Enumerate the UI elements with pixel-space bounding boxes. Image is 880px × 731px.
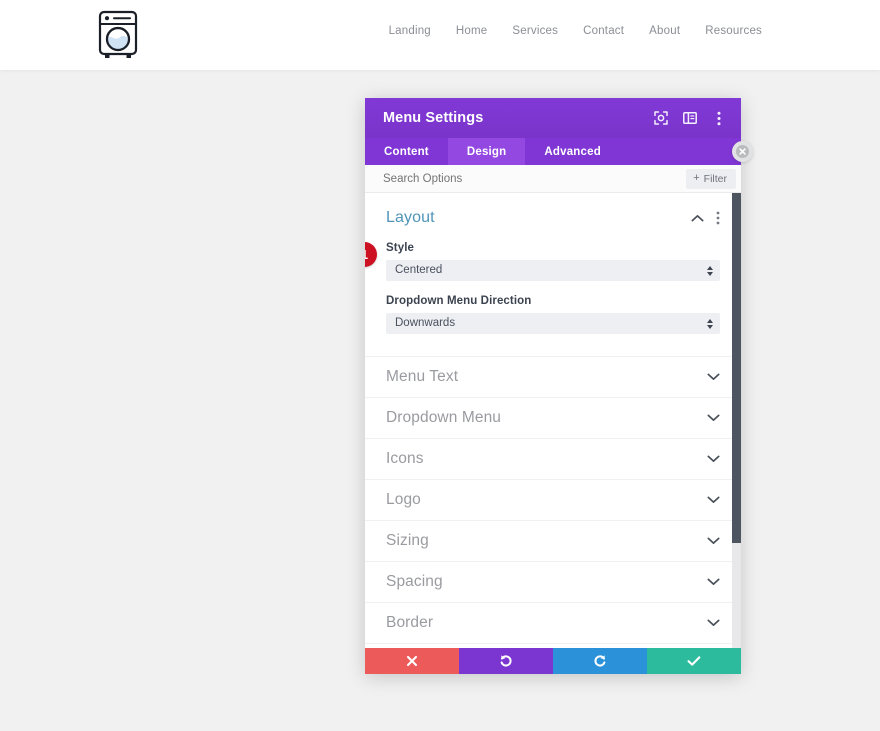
stepper-arrows-icon[interactable] <box>707 260 713 281</box>
tab-advanced[interactable]: Advanced <box>525 138 620 165</box>
more-options-icon[interactable] <box>711 110 727 126</box>
responsive-view-icon[interactable] <box>653 110 669 126</box>
list-item-label: Dropdown Menu <box>386 409 502 426</box>
page-title: Menu Settings <box>383 110 484 126</box>
undo-button[interactable] <box>459 648 553 674</box>
section-layout-header[interactable]: Layout <box>386 209 720 227</box>
scrollbar-track[interactable] <box>732 193 741 648</box>
list-item-label: Logo <box>386 491 421 508</box>
section-row-spacing[interactable]: Spacing <box>365 562 741 603</box>
chevron-down-icon[interactable] <box>707 491 720 509</box>
arrow-down-icon <box>707 324 713 329</box>
section-row-sizing[interactable]: Sizing <box>365 521 741 562</box>
section-row-box-shadow[interactable]: Box Shadow <box>365 644 741 648</box>
site-navigation: Landing Home Services Contact About Reso… <box>389 25 762 37</box>
section-layout-icon-group <box>691 211 720 225</box>
stepper-arrows-icon[interactable] <box>707 313 713 334</box>
dropdown-direction-select-value: Downwards <box>395 317 456 329</box>
undo-arrow-icon <box>500 655 512 667</box>
chevron-up-icon[interactable] <box>691 214 704 223</box>
list-item-label: Sizing <box>386 532 429 549</box>
nav-link-services[interactable]: Services <box>512 25 558 37</box>
checkmark-icon <box>687 656 701 666</box>
modal-footer-actions <box>365 648 741 674</box>
arrow-down-icon <box>707 271 713 276</box>
list-item-label: Border <box>386 614 434 631</box>
section-row-border[interactable]: Border <box>365 603 741 644</box>
panel-layout-icon[interactable] <box>682 110 698 126</box>
section-row-icons[interactable]: Icons <box>365 439 741 480</box>
chevron-down-icon[interactable] <box>707 409 720 427</box>
redo-arrow-icon <box>594 655 606 667</box>
nav-link-home[interactable]: Home <box>456 25 487 37</box>
tab-design[interactable]: Design <box>447 138 526 165</box>
settings-scroll-area: 1 Layout <box>365 193 741 648</box>
arrow-up-icon <box>707 265 713 270</box>
arrow-up-icon <box>707 318 713 323</box>
site-header: Landing Home Services Contact About Reso… <box>0 0 880 70</box>
nav-link-about[interactable]: About <box>649 25 680 37</box>
filter-button[interactable]: + Filter <box>686 168 736 189</box>
chevron-down-icon[interactable] <box>707 532 720 550</box>
close-x-icon <box>406 655 418 667</box>
modal-tab-bar: Content Design Advanced <box>365 138 741 165</box>
section-row-dropdown-menu[interactable]: Dropdown Menu <box>365 398 741 439</box>
menu-settings-modal: Menu Settings Content Design Advanced Se… <box>365 98 753 674</box>
nav-link-resources[interactable]: Resources <box>705 25 762 37</box>
style-select-value: Centered <box>395 264 443 276</box>
list-item-label: Spacing <box>386 573 443 590</box>
section-layout-title: Layout <box>386 209 435 226</box>
washing-machine-logo-icon[interactable] <box>97 10 139 60</box>
section-layout: 1 Layout <box>365 193 741 357</box>
section-row-menu-text[interactable]: Menu Text <box>365 357 741 398</box>
field-style-label: Style <box>386 242 414 254</box>
discard-button[interactable] <box>365 648 459 674</box>
plus-icon: + <box>693 172 700 184</box>
dropdown-direction-select[interactable]: Downwards <box>386 313 720 334</box>
list-item-label: Icons <box>386 450 424 467</box>
field-style: Style Centered <box>386 242 720 281</box>
scrollbar-thumb[interactable] <box>732 193 741 543</box>
style-select[interactable]: Centered <box>386 260 720 281</box>
tab-content[interactable]: Content <box>365 138 448 165</box>
redo-button[interactable] <box>553 648 647 674</box>
save-button[interactable] <box>647 648 741 674</box>
chevron-down-icon[interactable] <box>707 573 720 591</box>
chevron-down-icon[interactable] <box>707 450 720 468</box>
chevron-down-icon[interactable] <box>707 614 720 632</box>
field-dropdown-menu-direction: Dropdown Menu Direction Downwards <box>386 295 720 334</box>
nav-link-contact[interactable]: Contact <box>583 25 624 37</box>
search-options-bar: + Filter <box>365 165 741 193</box>
step-badge-1: 1 <box>365 242 377 267</box>
titlebar-icon-group <box>653 110 727 126</box>
modal-titlebar[interactable]: Menu Settings <box>365 98 741 138</box>
more-options-icon[interactable] <box>716 211 720 225</box>
list-item-label: Menu Text <box>386 368 459 385</box>
filter-button-label: Filter <box>703 172 727 185</box>
chevron-down-icon[interactable] <box>707 368 720 386</box>
field-dropdown-direction-label: Dropdown Menu Direction <box>386 295 532 307</box>
close-circle-icon[interactable] <box>732 141 753 162</box>
section-row-logo[interactable]: Logo <box>365 480 741 521</box>
search-input[interactable] <box>383 172 687 185</box>
nav-link-landing[interactable]: Landing <box>389 25 431 37</box>
